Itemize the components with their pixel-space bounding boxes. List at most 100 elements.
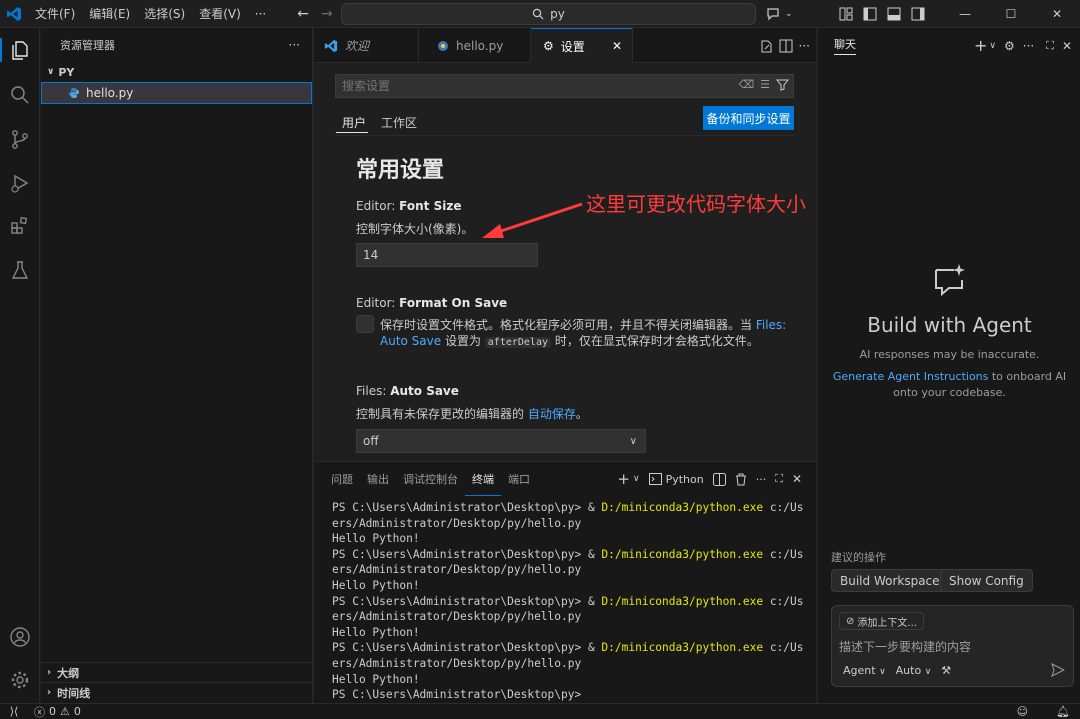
back-arrow-icon[interactable]: ←: [291, 6, 315, 22]
menu-more[interactable]: ···: [248, 0, 273, 28]
new-terminal-icon[interactable]: +: [617, 470, 630, 488]
maximize-icon[interactable]: ⛶: [1046, 39, 1054, 53]
customize-layout-icon[interactable]: [834, 0, 858, 28]
tools-icon[interactable]: ⚒: [941, 664, 951, 677]
add-context-button[interactable]: ⊘ 添加上下文...: [839, 612, 924, 630]
chevron-down-icon[interactable]: ∨: [989, 41, 996, 51]
format-on-save-checkbox[interactable]: [356, 315, 374, 333]
extensions-icon[interactable]: [8, 214, 32, 238]
terminal-line: PS C:\Users\Administrator\Desktop\py> & …: [332, 500, 804, 516]
terminal-text: c:/Us: [763, 501, 804, 514]
auto-save-link[interactable]: Auto Save: [380, 334, 441, 348]
menu-selection[interactable]: 选择(S): [137, 0, 192, 28]
folder-py[interactable]: ∨ PY: [41, 62, 312, 82]
explorer-icon[interactable]: [8, 38, 32, 62]
manage-gear-icon[interactable]: [8, 668, 32, 692]
tab-label: 欢迎: [345, 39, 370, 53]
chat-input-placeholder[interactable]: 描述下一步要构建的内容: [839, 638, 971, 655]
terminal-line: PS C:\Users\Administrator\Desktop\py> & …: [332, 594, 804, 610]
command-center-search[interactable]: py: [341, 3, 756, 25]
desc-text: 时，仅在显式保存时才会格式化文件。: [551, 334, 759, 348]
chevron-down-icon[interactable]: ∨: [633, 474, 640, 484]
tab-terminal[interactable]: 终端: [465, 462, 501, 496]
chat-disclaimer: AI responses may be inaccurate.: [859, 348, 1040, 361]
auto-save-select[interactable]: off ∨: [356, 429, 646, 453]
close-window-icon[interactable]: ✕: [1034, 0, 1080, 28]
minimize-icon[interactable]: —: [942, 0, 988, 28]
close-tab-icon[interactable]: ✕: [612, 39, 622, 53]
menu-edit[interactable]: 编辑(E): [82, 0, 137, 28]
more-actions-icon[interactable]: ···: [756, 473, 767, 486]
problems-status[interactable]: ⓧ 0 ⚠ 0: [34, 704, 81, 719]
maximize-icon[interactable]: ☐: [988, 0, 1034, 28]
tab-hello-py[interactable]: hello.py: [419, 28, 531, 63]
tab-ports[interactable]: 端口: [501, 462, 537, 496]
chat-actions: + ∨ ⚙ ··· ⛶ ✕: [974, 28, 1072, 63]
tab-welcome[interactable]: 欢迎: [314, 28, 419, 63]
scope-tab-workspace[interactable]: 工作区: [381, 114, 417, 131]
close-panel-icon[interactable]: ✕: [792, 472, 802, 486]
model-selector[interactable]: Auto ∨: [896, 664, 932, 677]
close-icon[interactable]: ✕: [1062, 39, 1072, 53]
run-debug-icon[interactable]: [8, 171, 32, 195]
toggle-secondary-sidebar-icon[interactable]: [906, 0, 930, 28]
warning-count: 0: [73, 705, 81, 718]
testing-flask-icon[interactable]: [8, 258, 32, 282]
chat-input-box[interactable]: ⊘ 添加上下文... 描述下一步要构建的内容 Agent ∨ Auto ∨ ⚒: [831, 605, 1074, 687]
settings-search-box[interactable]: ⌫ ☰: [335, 74, 794, 98]
more-actions-icon[interactable]: ···: [1023, 39, 1034, 53]
send-icon[interactable]: [1051, 663, 1065, 677]
scope-tab-user[interactable]: 用户: [342, 114, 366, 131]
tab-debug-console[interactable]: 调试控制台: [396, 462, 465, 496]
menu-view[interactable]: 查看(V): [192, 0, 248, 28]
mode-selector[interactable]: Agent ∨: [843, 664, 886, 677]
toggle-sidebar-icon[interactable]: [858, 0, 882, 28]
menu-file[interactable]: 文件(F): [28, 0, 82, 28]
search-view-icon[interactable]: [8, 83, 32, 107]
tab-problems[interactable]: 问题: [324, 462, 360, 496]
more-actions-icon[interactable]: ···: [289, 38, 300, 52]
terminal-shell-selector[interactable]: Python: [648, 473, 704, 486]
maximize-panel-icon[interactable]: ⛶: [775, 472, 783, 486]
filter-list-icon[interactable]: ☰: [760, 78, 770, 91]
remote-indicator-icon[interactable]: ⟩⟨: [0, 704, 28, 719]
trash-icon[interactable]: [735, 473, 747, 486]
setting-prefix: Editor:: [356, 296, 400, 310]
files-auto-save-link[interactable]: Files:: [756, 318, 786, 332]
new-chat-icon[interactable]: +: [974, 36, 987, 55]
timeline-section[interactable]: › 时间线: [41, 682, 313, 702]
more-actions-icon[interactable]: ···: [799, 39, 810, 53]
terminal-command: D:/miniconda3/python.exe: [601, 641, 764, 655]
tab-label: hello.py: [456, 38, 504, 53]
account-icon[interactable]: [8, 625, 32, 649]
notifications-bell-icon[interactable]: 🔔︎: [1056, 705, 1070, 718]
show-config-button[interactable]: Show Config: [940, 569, 1033, 592]
open-settings-json-icon[interactable]: [759, 39, 773, 53]
generate-instructions-link[interactable]: Generate Agent Instructions: [833, 370, 989, 383]
tab-settings[interactable]: ⚙ 设置 ✕: [531, 28, 633, 63]
split-editor-icon[interactable]: [779, 39, 793, 53]
outline-section[interactable]: › 大纲: [41, 662, 313, 682]
model-label: Auto: [895, 664, 922, 677]
build-workspace-button[interactable]: Build Workspace: [831, 569, 949, 592]
forward-arrow-icon[interactable]: →: [315, 6, 339, 22]
clear-filter-icon[interactable]: ⌫: [739, 78, 755, 91]
tab-label: 设置: [560, 39, 585, 54]
terminal-output[interactable]: PS C:\Users\Administrator\Desktop\py> & …: [332, 500, 804, 703]
toggle-panel-icon[interactable]: [882, 0, 906, 28]
font-size-setting-title: Editor: Font Size: [356, 199, 461, 213]
tab-chat[interactable]: 聊天: [834, 36, 856, 55]
auto-save-link[interactable]: 自动保存: [528, 407, 576, 421]
font-size-input[interactable]: 14: [356, 243, 538, 267]
source-control-icon[interactable]: [8, 127, 32, 151]
copilot-status-icon[interactable]: ☺: [1017, 705, 1028, 718]
copilot-menu[interactable]: ⌄: [766, 0, 793, 28]
split-terminal-icon[interactable]: [712, 472, 726, 486]
backup-sync-button[interactable]: 备份和同步设置: [703, 106, 794, 130]
tab-output[interactable]: 输出: [360, 462, 396, 496]
python-icon: [69, 88, 79, 98]
filter-icon[interactable]: [776, 78, 789, 91]
gear-icon[interactable]: ⚙: [1004, 39, 1015, 53]
settings-search-input[interactable]: [342, 79, 722, 93]
file-hello-py[interactable]: hello.py: [41, 82, 312, 104]
